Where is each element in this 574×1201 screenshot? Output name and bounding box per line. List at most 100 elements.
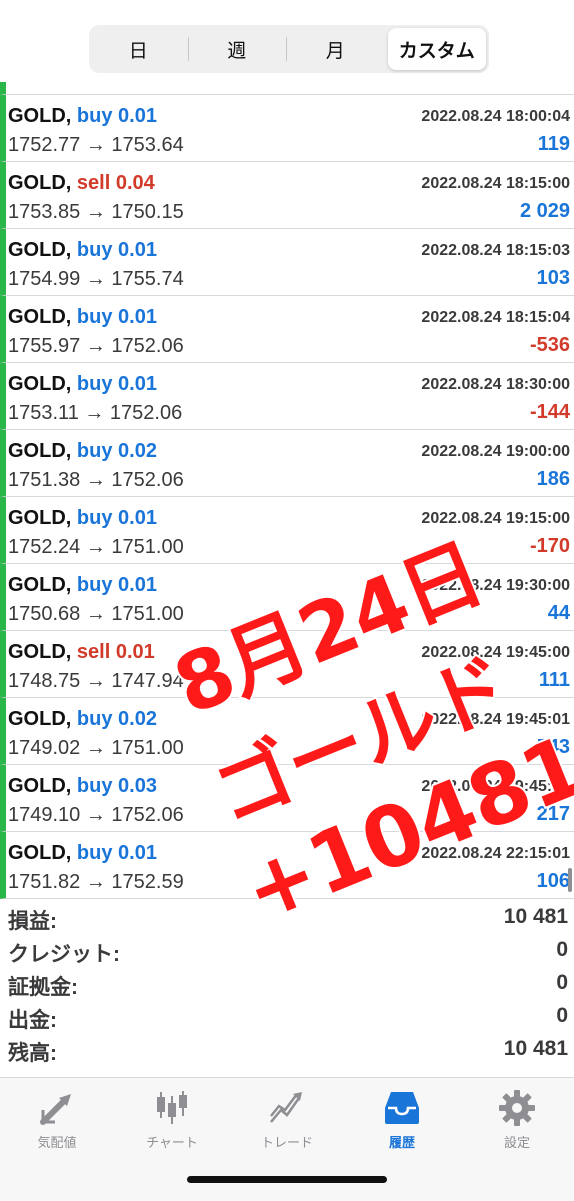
summary-label: クレジット: (8, 943, 120, 966)
trade-prices: 1750.68 → 1751.00 (8, 603, 184, 625)
period-header: 日 週 月 カスタム (0, 0, 574, 82)
trade-side: sell (76, 172, 111, 194)
trade-symbol: GOLD, buy 0.02 (8, 708, 157, 731)
trade-time: 2022.08.24 18:15:03 (421, 242, 570, 259)
tab-label-quotes: 気配値 (37, 1135, 77, 1150)
trade-profit: 186 (536, 468, 570, 490)
tab-label-trade: トレード (260, 1135, 313, 1150)
trade-row[interactable]: GOLD, buy 0.02 2022.08.24 19:00:00 1751.38… (0, 430, 574, 497)
trade-profit: 2 029 (519, 200, 570, 222)
trade-prices: 1751.38 → 1752.06 (8, 469, 184, 491)
trade-time: 2022.08.24 18:00:04 (421, 108, 570, 125)
trade-prices: 1754.99 → 1755.74 (8, 268, 184, 290)
tab-trade[interactable]: トレード (242, 1088, 332, 1151)
trade-volume: 0.03 (118, 775, 157, 797)
tab-label-settings: 設定 (503, 1135, 530, 1150)
trade-time: 2022.08.24 19:00:00 (421, 443, 570, 460)
trade-side: buy (76, 507, 113, 529)
trade-side: buy (76, 708, 113, 730)
trade-symbol-name: GOLD, (8, 105, 72, 127)
trade-symbol-name: GOLD, (8, 708, 72, 730)
summary-label: 残高: (8, 1042, 57, 1065)
trade-symbol-name: GOLD, (8, 239, 72, 261)
tab-history[interactable]: 履歴 (357, 1088, 447, 1151)
trade-profit: -170 (529, 535, 570, 557)
trade-volume: 0.04 (115, 172, 155, 194)
tab-chart[interactable]: チャート (127, 1088, 217, 1151)
trade-time: 2022.08.24 18:15:00 (421, 175, 570, 192)
summary-row: 残高: 10 481 (0, 1037, 574, 1071)
period-tab-week[interactable]: 週 (187, 25, 287, 73)
summary-label: 証拠金: (8, 976, 78, 999)
trade-row[interactable]: GOLD, buy 0.01 2022.08.24 18:15:03 1754.99… (0, 229, 574, 296)
trade-prices: 1749.10 → 1752.06 (8, 804, 184, 826)
trade-symbol: GOLD, buy 0.01 (8, 306, 157, 329)
trade-volume: 0.01 (118, 507, 157, 529)
trade-row[interactable]: GOLD, buy 0.01 2022.08.24 18:30:00 1753.11… (0, 363, 574, 430)
bottom-tab-bar: 気配値 チャート トレード 履歴 設定 (0, 1077, 574, 1201)
trade-symbol-name: GOLD, (8, 775, 72, 797)
trade-symbol: GOLD, buy 0.02 (8, 440, 157, 463)
period-segmented-control: 日 週 月 カスタム (89, 25, 489, 73)
trade-symbol-name: GOLD, (8, 842, 72, 864)
trade-volume: 0.01 (118, 239, 157, 261)
list-scrollbar[interactable] (568, 868, 572, 892)
trade-row[interactable]: GOLD, buy 0.01 2022.08.24 18:00:04 1752.77… (0, 95, 574, 162)
trade-symbol-name: GOLD, (8, 306, 72, 328)
trade-side: buy (76, 373, 113, 395)
trade-symbol-name: GOLD, (8, 440, 72, 462)
trade-profit: 106 (536, 870, 570, 892)
trade-symbol: GOLD, sell 0.04 (8, 172, 155, 195)
trade-side: buy (76, 842, 113, 864)
trade-volume: 0.01 (118, 842, 157, 864)
summary-value: 10 481 (503, 905, 568, 928)
quotes-icon (40, 1094, 71, 1125)
trade-prices: 1755.97 → 1752.06 (8, 335, 184, 357)
home-indicator (187, 1176, 387, 1183)
trade-prices: 1751.82 → 1752.59 (8, 871, 184, 893)
settings-icon (499, 1090, 535, 1126)
trade-prices: 1749.02 → 1751.00 (8, 737, 184, 759)
trade-profit: 119 (537, 133, 570, 155)
trade-side: buy (76, 775, 113, 797)
summary-row: クレジット: 0 (0, 938, 574, 972)
tab-quotes[interactable]: 気配値 (12, 1088, 102, 1151)
trade-profit: -536 (529, 334, 570, 356)
summary-row: 証拠金: 0 (0, 971, 574, 1005)
trade-symbol-name: GOLD, (8, 641, 72, 663)
trade-symbol-name: GOLD, (8, 373, 72, 395)
summary-value: 0 (556, 1004, 568, 1027)
chart-icon (157, 1091, 187, 1124)
trade-symbol-name: GOLD, (8, 172, 72, 194)
tab-label-history: 履歴 (388, 1135, 415, 1150)
history-icon (385, 1092, 419, 1124)
trade-volume: 0.01 (118, 306, 157, 328)
trade-time: 2022.08.24 18:30:00 (421, 376, 570, 393)
summary-label: 出金: (8, 1009, 57, 1032)
trade-symbol: GOLD, buy 0.03 (8, 775, 157, 798)
trade-prices: 1748.75 → 1747.94 (8, 670, 184, 692)
trade-volume: 0.01 (118, 574, 157, 596)
trade-row[interactable]: GOLD, buy 0.01 2022.08.24 18:15:04 1755.97… (0, 296, 574, 363)
trade-row[interactable]: GOLD, sell 0.04 2022.08.24 18:15:00 1753.8… (0, 162, 574, 229)
trade-side: sell (76, 641, 111, 663)
trade-time: 2022.08.24 18:15:04 (421, 309, 570, 326)
trade-profit: -144 (529, 401, 570, 423)
summary-label: 損益: (8, 910, 57, 933)
tab-label-chart: チャート (146, 1135, 198, 1150)
trade-volume: 0.01 (118, 373, 157, 395)
period-tab-custom[interactable]: カスタム (387, 28, 486, 70)
trade-side: buy (76, 440, 113, 462)
trade-profit: 111 (538, 669, 570, 691)
period-tab-month[interactable]: 月 (286, 25, 385, 73)
period-tab-day[interactable]: 日 (89, 25, 188, 73)
trade-prices: 1753.85 → 1750.15 (8, 201, 184, 223)
tab-settings[interactable]: 設定 (472, 1088, 562, 1151)
summary-value: 0 (556, 938, 568, 961)
trade-side: buy (76, 306, 113, 328)
trade-symbol: GOLD, sell 0.01 (8, 641, 155, 664)
trade-symbol: GOLD, buy 0.01 (8, 105, 157, 128)
trade-row[interactable]: GOLD, buy 0.01 2022.08.24 19:15:00 1752.24… (0, 497, 574, 564)
trade-symbol: GOLD, buy 0.01 (8, 574, 157, 597)
trade-symbol: GOLD, buy 0.01 (8, 239, 157, 262)
